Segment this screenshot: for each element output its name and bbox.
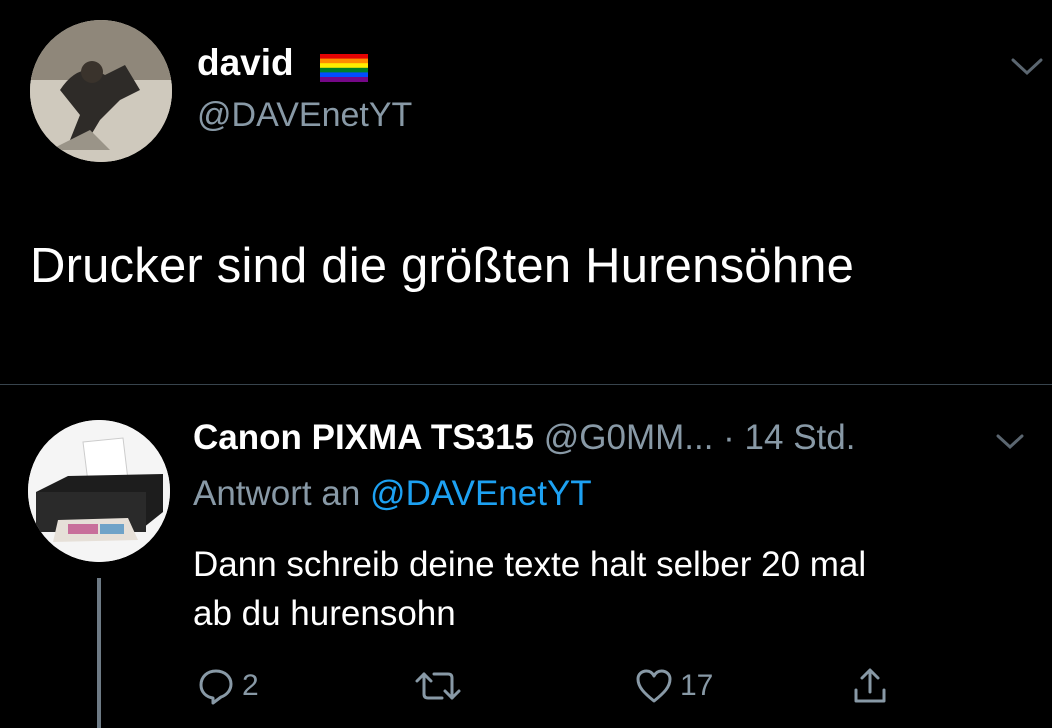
author-name[interactable]: david <box>197 42 294 84</box>
like-count: 17 <box>680 669 714 702</box>
heart-icon <box>636 669 672 703</box>
share-button[interactable] <box>850 664 896 708</box>
reply-text-line: Dann schreib deine texte halt selber 20 … <box>193 545 867 584</box>
reply-text-line: ab du hurensohn <box>193 594 456 633</box>
comment-icon <box>199 669 233 705</box>
reply-author-handle[interactable]: @G0MM... <box>544 418 714 457</box>
reply-timestamp[interactable]: · 14 Std. <box>723 418 855 457</box>
author-avatar[interactable] <box>30 20 172 162</box>
retweet-icon <box>415 672 461 700</box>
author-handle[interactable]: @DAVEnetYT <box>197 96 412 135</box>
reply-text: Dann schreib deine texte halt selber 20 … <box>193 540 1033 638</box>
chevron-down-icon[interactable] <box>995 432 1025 452</box>
rainbow-flag-icon <box>320 54 368 82</box>
like-button[interactable]: 17 <box>634 664 713 708</box>
reply-count: 2 <box>242 669 259 702</box>
chevron-down-icon[interactable] <box>1010 56 1044 78</box>
retweet-button[interactable] <box>414 664 468 708</box>
divider <box>0 384 1052 385</box>
replying-to-label: Antwort an <box>193 474 361 513</box>
replying-to-mention[interactable]: @DAVEnetYT <box>370 474 592 513</box>
tweet-text: Drucker sind die größten Hurensöhne <box>30 239 855 293</box>
replying-to: Antwort an @DAVEnetYT <box>193 474 592 514</box>
reply-author-avatar[interactable] <box>28 420 170 562</box>
reply-action-button[interactable]: 2 <box>196 664 259 708</box>
reply-header: Canon PIXMA TS315 @G0MM... · 14 Std. <box>193 418 855 458</box>
thread-line <box>97 578 101 728</box>
share-icon <box>854 668 886 703</box>
reply-author-name[interactable]: Canon PIXMA TS315 <box>193 418 534 457</box>
